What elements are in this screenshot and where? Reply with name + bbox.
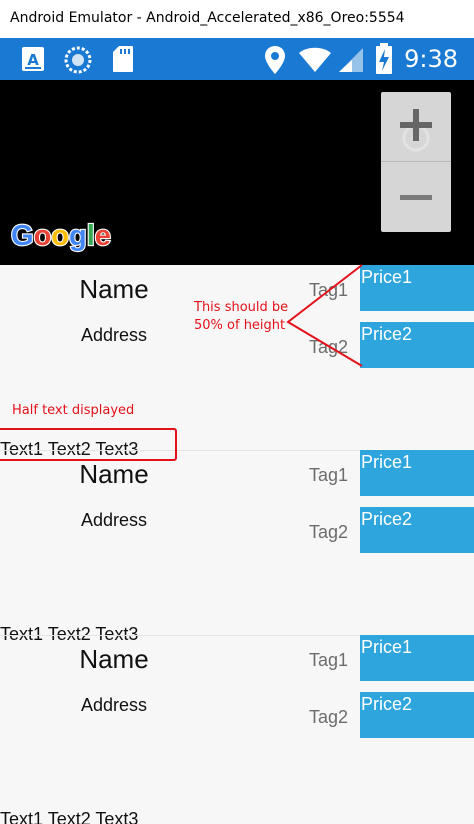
item-price2[interactable]: Price2 [360, 322, 474, 368]
item-tag2: Tag2 [309, 522, 349, 542]
item-name: Name [79, 644, 149, 674]
annotation-arrow [286, 264, 363, 367]
item-address: Address [80, 510, 148, 530]
item-price2[interactable]: Price2 [360, 507, 474, 553]
location-icon [265, 46, 285, 74]
signal-icon [339, 48, 363, 72]
status-time: 9:38 [404, 45, 458, 73]
plus-icon [400, 109, 432, 152]
list-item[interactable]: Name Address Tag1 Tag2 Price1 Price2 Tex… [0, 450, 474, 644]
height-annotation: This should be 50% of height [194, 300, 289, 333]
svg-text:A: A [27, 51, 39, 69]
svg-text:Google: Google [11, 220, 111, 252]
list-item[interactable]: Name Address Tag1 Tag2 Price1 Price2 Tex… [0, 635, 474, 824]
app-a-icon: A [22, 47, 44, 71]
item-texts: Text1 Text2 Text3 [0, 809, 139, 824]
map-view[interactable]: Google [0, 80, 474, 265]
status-bar: A 9:38 [0, 38, 474, 80]
item-price1[interactable]: Price1 [360, 450, 474, 496]
half-text-highlight-box [0, 428, 177, 461]
window-titlebar: Android Emulator - Android_Accelerated_x… [0, 0, 474, 38]
item-tag1: Tag1 [309, 650, 349, 670]
window-title: Android Emulator - Android_Accelerated_x… [10, 10, 405, 26]
zoom-out-button[interactable] [381, 162, 451, 232]
item-tag1: Tag1 [309, 465, 349, 485]
sd-card-icon [113, 46, 133, 72]
item-price1[interactable]: Price1 [360, 635, 474, 681]
item-tag2: Tag2 [309, 707, 349, 727]
zoom-in-button[interactable] [381, 92, 451, 162]
item-price1[interactable]: Price1 [360, 265, 474, 311]
item-address: Address [80, 695, 148, 715]
zoom-controls [381, 92, 451, 232]
list-item[interactable]: Name Address Tag1 Tag2 Price1 Price2 Tex… [0, 265, 474, 459]
half-text-annotation: Half text displayed [12, 403, 135, 418]
list-view[interactable]: Name Address Tag1 Tag2 Price1 Price2 Tex… [0, 265, 474, 824]
circle-app-icon [64, 46, 92, 74]
google-logo: Google [10, 219, 112, 253]
battery-charging-icon [376, 43, 392, 74]
wifi-icon [299, 47, 331, 72]
item-price2[interactable]: Price2 [360, 692, 474, 738]
minus-icon [400, 195, 432, 200]
item-name: Name [79, 459, 149, 489]
